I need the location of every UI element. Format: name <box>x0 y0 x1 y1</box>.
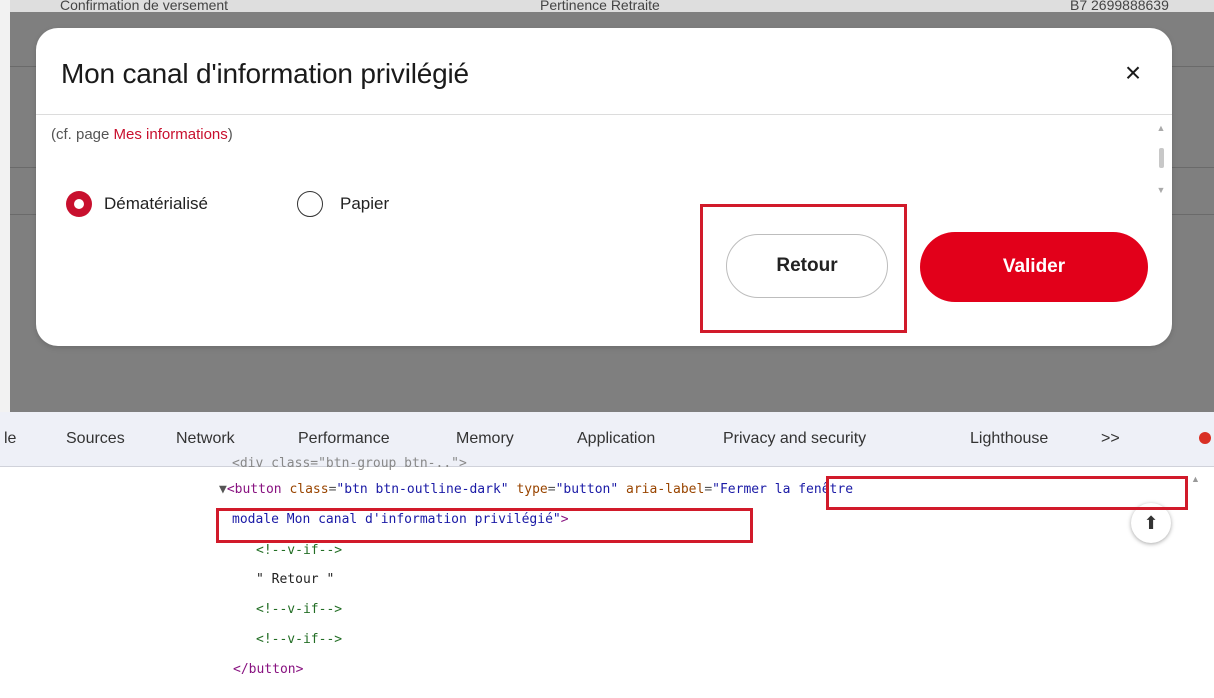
tab-privacy-security[interactable]: Privacy and security <box>723 430 866 448</box>
bg-cell-label: Confirmation de versement <box>60 0 229 12</box>
mes-informations-link[interactable]: Mes informations <box>114 126 228 143</box>
background-table-row: Confirmation de versement Pertinence Ret… <box>10 0 1214 12</box>
info-note-suffix: ) <box>227 126 233 143</box>
code-attr-aria-label: aria-label <box>626 482 705 497</box>
expand-triangle-icon[interactable]: ▼ <box>219 482 227 497</box>
tab-console-partial[interactable]: le <box>4 430 16 448</box>
code-comment[interactable]: <!--v-if--> <box>256 602 342 617</box>
bg-divider <box>1166 66 1214 67</box>
code-comment[interactable]: <!--v-if--> <box>256 543 342 558</box>
radio-papier-label[interactable]: Papier <box>340 194 389 214</box>
tab-network[interactable]: Network <box>176 430 235 448</box>
valider-button[interactable]: Valider <box>920 232 1148 302</box>
bg-cell-product: Pertinence Retraite <box>540 0 660 12</box>
code-tag-close: > <box>560 512 569 527</box>
code-tag-button: <button <box>226 482 282 497</box>
devtools-panel: le Sources Network Performance Memory Ap… <box>0 412 1214 698</box>
devtools-scroll-up-icon[interactable]: ▲ <box>1191 474 1200 484</box>
code-attr-class: class <box>289 482 329 497</box>
modal-scrollbar[interactable]: ▲ ▼ <box>1155 122 1167 206</box>
code-comment[interactable]: <!--v-if--> <box>256 632 342 647</box>
tab-sources[interactable]: Sources <box>66 430 125 448</box>
bg-cell-number: B7 2699888639 <box>1070 0 1169 12</box>
radio-dematerialise-label[interactable]: Dématérialisé <box>104 194 208 214</box>
devtools-tab-bar: le Sources Network Performance Memory Ap… <box>0 412 1214 467</box>
bg-divider <box>1166 214 1214 215</box>
modal-header-divider <box>36 114 1172 115</box>
tab-application[interactable]: Application <box>577 430 655 448</box>
code-attr-type: type <box>516 482 548 497</box>
page-left-edge <box>0 0 10 412</box>
error-indicator-icon[interactable] <box>1199 432 1211 444</box>
scroll-down-icon[interactable]: ▼ <box>1155 184 1167 196</box>
modal-title: Mon canal d'information privilégié <box>61 58 469 89</box>
radio-papier[interactable] <box>297 191 323 217</box>
code-val-class: "btn btn-outline-dark" <box>336 482 509 497</box>
tab-memory[interactable]: Memory <box>456 430 514 448</box>
scroll-thumb[interactable] <box>1158 148 1164 168</box>
code-line-aria-continued[interactable]: modale Mon canal d'information privilégi… <box>232 512 569 527</box>
retour-button[interactable]: Retour <box>726 234 888 298</box>
info-note: (cf. page Mes informations) <box>51 126 233 143</box>
code-tag-button-close[interactable]: </button> <box>233 662 303 677</box>
code-val-type: "button" <box>555 482 619 497</box>
pin-icon[interactable]: ⬆ <box>1131 503 1171 543</box>
info-channel-modal: Mon canal d'information privilégié × (cf… <box>36 28 1172 346</box>
bg-divider <box>1166 167 1214 168</box>
info-note-prefix: (cf. page <box>51 126 114 143</box>
close-icon[interactable]: × <box>1119 59 1147 87</box>
more-tabs-icon[interactable]: >> <box>1101 430 1120 448</box>
tab-performance[interactable]: Performance <box>298 430 390 448</box>
code-line-partial: <div class="btn-group btn-.."> <box>232 456 467 471</box>
scroll-up-icon[interactable]: ▲ <box>1155 122 1167 134</box>
tab-lighthouse[interactable]: Lighthouse <box>970 430 1048 448</box>
code-val-aria-label: "Fermer la fenêtre <box>712 482 854 497</box>
code-line-button-open[interactable]: ▼<button class="btn btn-outline-dark" ty… <box>219 482 853 497</box>
code-val-aria-end: modale Mon canal d'information privilégi… <box>232 512 561 527</box>
radio-dematerialise[interactable] <box>66 191 92 217</box>
code-text-node[interactable]: " Retour " <box>256 572 334 587</box>
